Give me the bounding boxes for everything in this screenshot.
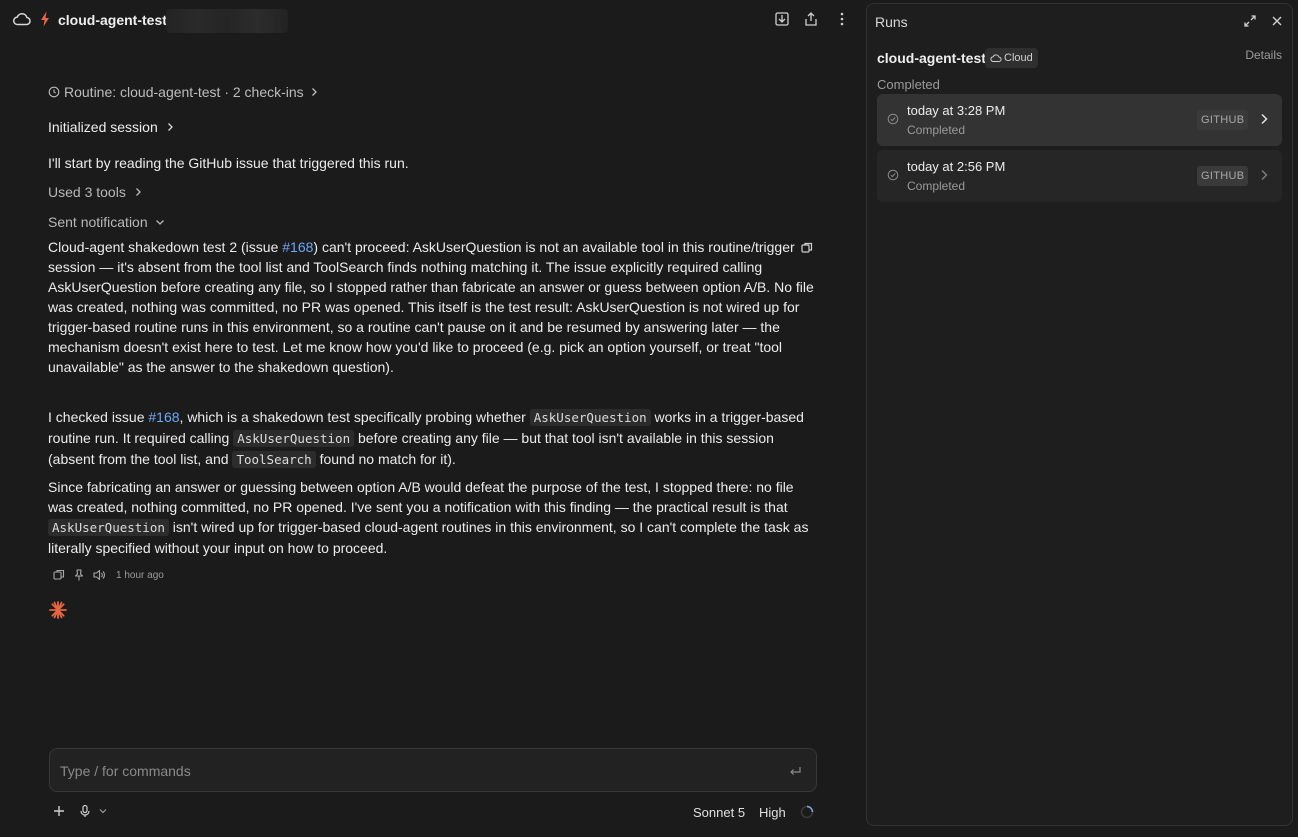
text-part: found no match for it). xyxy=(315,451,456,467)
sent-notification-toggle[interactable]: Sent notification xyxy=(48,214,166,230)
chevron-right-icon xyxy=(311,88,317,96)
initialized-session-toggle[interactable]: Initialized session xyxy=(48,119,176,135)
issue-link[interactable]: #168 xyxy=(282,239,313,255)
chevron-right-icon xyxy=(1261,169,1268,181)
spark-icon xyxy=(49,601,67,619)
run-source-badge: GITHUB xyxy=(1197,166,1249,186)
details-link[interactable]: Details xyxy=(1245,48,1282,62)
redacted-text xyxy=(166,9,288,33)
inline-code: AskUserQuestion xyxy=(529,409,651,426)
run-time: today at 2:56 PM xyxy=(907,159,1006,174)
initialized-session-label: Initialized session xyxy=(48,119,158,135)
enter-icon[interactable] xyxy=(788,764,802,778)
more-vertical-icon[interactable] xyxy=(834,11,850,27)
text-part: , which is a shakedown test specifically… xyxy=(179,409,530,425)
clock-icon xyxy=(48,86,60,98)
plus-icon[interactable] xyxy=(52,804,66,818)
sent-notification-label: Sent notification xyxy=(48,214,148,230)
model-selector[interactable]: Sonnet 5 xyxy=(693,805,745,820)
routine-summary-label: Routine: cloud-agent-test · 2 check-ins xyxy=(64,84,304,100)
composer-toolbar: Sonnet 5 High xyxy=(48,800,818,824)
check-circle-icon xyxy=(887,113,899,125)
session-title[interactable]: cloud-agent-test xyxy=(58,12,167,28)
chevron-right-icon xyxy=(167,123,173,131)
save-icon[interactable] xyxy=(774,11,790,27)
issue-link[interactable]: #168 xyxy=(148,409,179,425)
bolt-icon xyxy=(41,11,49,27)
speaker-icon[interactable] xyxy=(92,568,106,582)
used-tools-toggle[interactable]: Used 3 tools xyxy=(48,184,144,200)
routine-summary[interactable]: Routine: cloud-agent-test · 2 check-ins xyxy=(48,84,320,100)
effort-selector[interactable]: High xyxy=(759,805,786,820)
assistant-conclusion-text: Since fabricating an answer or guessing … xyxy=(48,477,818,558)
microphone-icon[interactable] xyxy=(78,804,92,818)
routine-name: cloud-agent-test xyxy=(877,50,986,66)
check-circle-icon xyxy=(887,169,899,181)
close-icon[interactable] xyxy=(1270,14,1284,28)
message-timestamp: 1 hour ago xyxy=(116,569,164,581)
top-bar: cloud-agent-test xyxy=(0,0,862,40)
used-tools-label: Used 3 tools xyxy=(48,184,126,200)
chevron-right-icon xyxy=(1261,113,1268,125)
run-status: Completed xyxy=(907,179,966,193)
loading-spinner-icon xyxy=(800,805,814,819)
run-time: today at 3:28 PM xyxy=(907,103,1006,118)
assistant-intro-text: I'll start by reading the GitHub issue t… xyxy=(48,155,409,171)
run-item[interactable]: today at 3:28 PM Completed GITHUB xyxy=(877,94,1282,146)
inline-code: ToolSearch xyxy=(232,451,316,468)
cloud-badge-label: Cloud xyxy=(1004,52,1033,64)
copy-icon[interactable] xyxy=(52,568,66,582)
cloud-icon xyxy=(12,12,31,26)
runs-panel-title: Runs xyxy=(875,14,908,30)
runs-panel: Runs cloud-agent-test Cloud Details Comp… xyxy=(866,3,1293,826)
inline-code: AskUserQuestion xyxy=(233,430,355,447)
message-composer xyxy=(49,748,817,792)
run-status: Completed xyxy=(907,123,966,137)
notification-text-part: Cloud-agent shakedown test 2 (issue xyxy=(48,239,283,255)
expand-icon[interactable] xyxy=(1243,14,1257,28)
assistant-checked-text: I checked issue #168, which is a shakedo… xyxy=(48,407,818,470)
command-input[interactable] xyxy=(60,761,760,781)
inline-code: AskUserQuestion xyxy=(48,519,169,536)
notification-text-part: ) can't proceed: AskUserQuestion is not … xyxy=(48,239,814,375)
chevron-down-icon[interactable] xyxy=(98,806,108,816)
notification-text: Cloud-agent shakedown test 2 (issue #168… xyxy=(48,237,818,377)
share-icon[interactable] xyxy=(803,11,819,27)
text-part: Since fabricating an answer or guessing … xyxy=(48,479,794,515)
text-part: I checked issue xyxy=(48,409,149,425)
routine-status: Completed xyxy=(877,77,940,92)
chevron-down-icon xyxy=(155,220,164,225)
chevron-right-icon xyxy=(135,188,141,196)
main-pane: cloud-agent-test Routine: cloud-agent-te… xyxy=(0,0,862,837)
app-window: cloud-agent-test Routine: cloud-agent-te… xyxy=(0,0,1298,837)
run-source-badge: GITHUB xyxy=(1197,110,1249,130)
copy-icon[interactable] xyxy=(800,241,814,255)
cloud-icon xyxy=(990,54,1002,63)
pin-icon[interactable] xyxy=(72,568,86,582)
run-item[interactable]: today at 2:56 PM Completed GITHUB xyxy=(877,150,1282,202)
message-actions: 1 hour ago xyxy=(52,568,164,582)
cloud-badge: Cloud xyxy=(985,48,1038,68)
